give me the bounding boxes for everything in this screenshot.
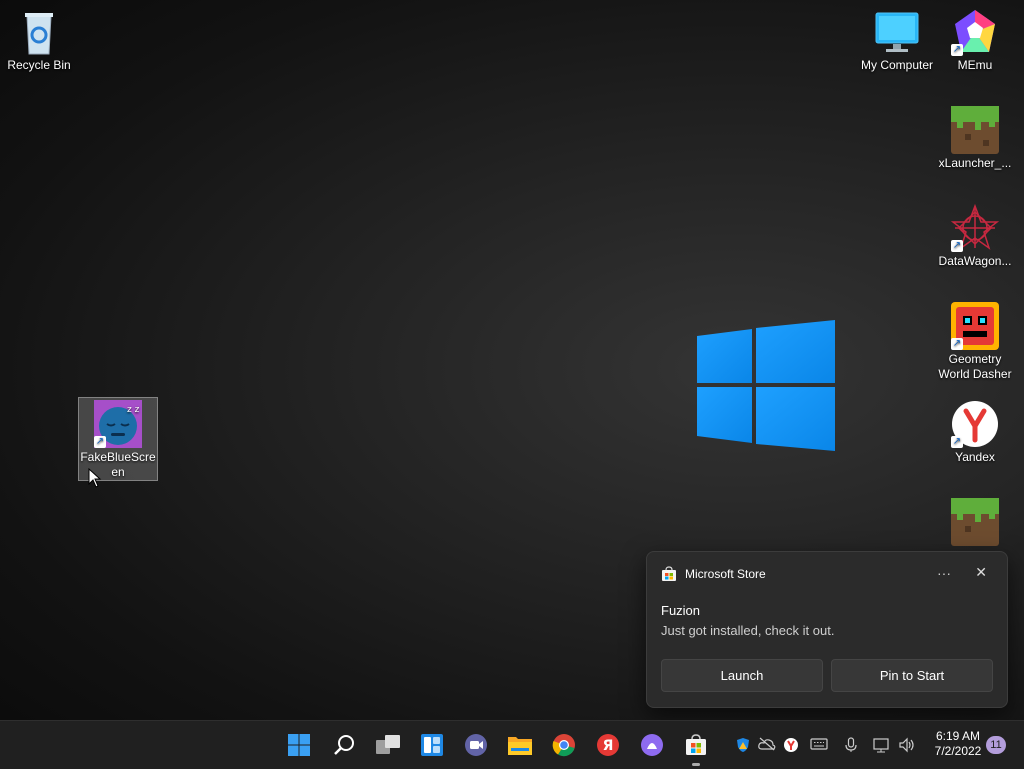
shortcut-arrow-icon: ↗ [951, 240, 963, 252]
widgets-button[interactable] [418, 731, 446, 759]
yandex-tray-icon[interactable] [782, 737, 800, 753]
start-button[interactable] [285, 731, 313, 759]
monitor-icon [873, 8, 921, 56]
launch-button[interactable]: Launch [661, 659, 823, 692]
store-notification-toast[interactable]: Microsoft Store ··· ✕ Fuzion Just got in… [646, 551, 1008, 708]
yandex-browser-button[interactable]: Я [594, 731, 622, 759]
grass-block-icon [951, 498, 999, 546]
onedrive-offline-icon[interactable] [758, 737, 776, 753]
volume-icon[interactable] [898, 737, 916, 753]
microsoft-store-button[interactable] [682, 731, 710, 759]
yandex-label: Yandex [955, 450, 995, 464]
mouse-cursor-icon [88, 468, 102, 488]
alice-icon [641, 734, 663, 756]
file-explorer-button[interactable] [506, 731, 534, 759]
chat-icon [465, 734, 487, 756]
recycle-bin-shortcut[interactable]: Recycle Bin [0, 8, 78, 73]
network-icon[interactable] [872, 737, 890, 753]
keyboard-icon[interactable] [810, 737, 828, 753]
grass-block-icon [951, 106, 999, 154]
more-options-button[interactable]: ··· [937, 565, 951, 581]
pin-to-start-button[interactable]: Pin to Start [831, 659, 993, 692]
widgets-icon [421, 734, 443, 756]
shortcut-arrow-icon: ↗ [951, 436, 963, 448]
system-clock[interactable]: 6:19 AM 7/2/2022 [928, 729, 988, 759]
datawagon-icon: ↗ [950, 203, 1000, 252]
geometry-dash-icon: ↗ [951, 302, 999, 350]
memu-icon: ↗ [951, 8, 999, 56]
recycle-bin-icon [15, 8, 63, 56]
my-computer-label: My Computer [860, 58, 934, 72]
fakebluescreen-icon: z z ↗ [94, 400, 142, 448]
toast-title: Fuzion [661, 603, 701, 618]
my-computer-shortcut[interactable]: My Computer [858, 8, 936, 73]
shortcut-arrow-icon: ↗ [94, 436, 106, 448]
shortcut-arrow-icon: ↗ [951, 338, 963, 350]
xlauncher-shortcut[interactable]: xLauncher_... [936, 106, 1014, 171]
clock-date: 7/2/2022 [934, 744, 982, 758]
folder-icon [508, 737, 532, 755]
grass-block-shortcut[interactable] [936, 498, 1014, 548]
toast-app-name: Microsoft Store [685, 567, 766, 581]
close-icon[interactable]: ✕ [975, 564, 987, 581]
memu-label: MEmu [957, 58, 993, 72]
taskbar: Я 6:19 AM 7/2/2022 11 [0, 720, 1024, 769]
windows-start-icon [288, 734, 310, 756]
datawagon-label: DataWagon... [938, 254, 1012, 268]
windows-logo-wallpaper [697, 320, 835, 451]
teams-chat-button[interactable] [462, 731, 490, 759]
yandex-browser-icon: Я [597, 734, 619, 756]
task-view-icon [376, 735, 400, 754]
yandex-icon: ↗ [951, 400, 999, 448]
memu-shortcut[interactable]: ↗ MEmu [936, 8, 1014, 73]
clock-time: 6:19 AM [935, 729, 981, 743]
active-app-indicator [692, 763, 700, 766]
yandex-shortcut[interactable]: ↗ Yandex [936, 400, 1014, 465]
microphone-icon[interactable] [842, 737, 860, 753]
shortcut-arrow-icon: ↗ [951, 44, 963, 56]
alice-button[interactable] [638, 731, 666, 759]
chrome-icon [552, 734, 575, 757]
geometry-shortcut[interactable]: ↗ Geometry World Dasher [936, 302, 1014, 382]
datawagon-shortcut[interactable]: ↗ DataWagon... [936, 203, 1014, 269]
toast-message: Just got installed, check it out. [661, 623, 835, 638]
chrome-button[interactable] [550, 731, 578, 759]
xlauncher-label: xLauncher_... [938, 156, 1012, 170]
search-button[interactable] [330, 731, 358, 759]
geometry-label: Geometry World Dasher [938, 352, 1012, 381]
toast-header: Microsoft Store [661, 566, 766, 582]
microsoft-store-icon [662, 566, 676, 581]
recycle-bin-label: Recycle Bin [7, 58, 71, 72]
security-tray-icon[interactable] [734, 737, 752, 753]
microsoft-store-icon [686, 734, 706, 755]
svg-text:Я: Я [603, 738, 614, 754]
notification-badge[interactable]: 11 [986, 736, 1006, 754]
svg-text:z z: z z [127, 405, 140, 415]
search-icon [334, 735, 354, 755]
task-view-button[interactable] [374, 731, 402, 759]
